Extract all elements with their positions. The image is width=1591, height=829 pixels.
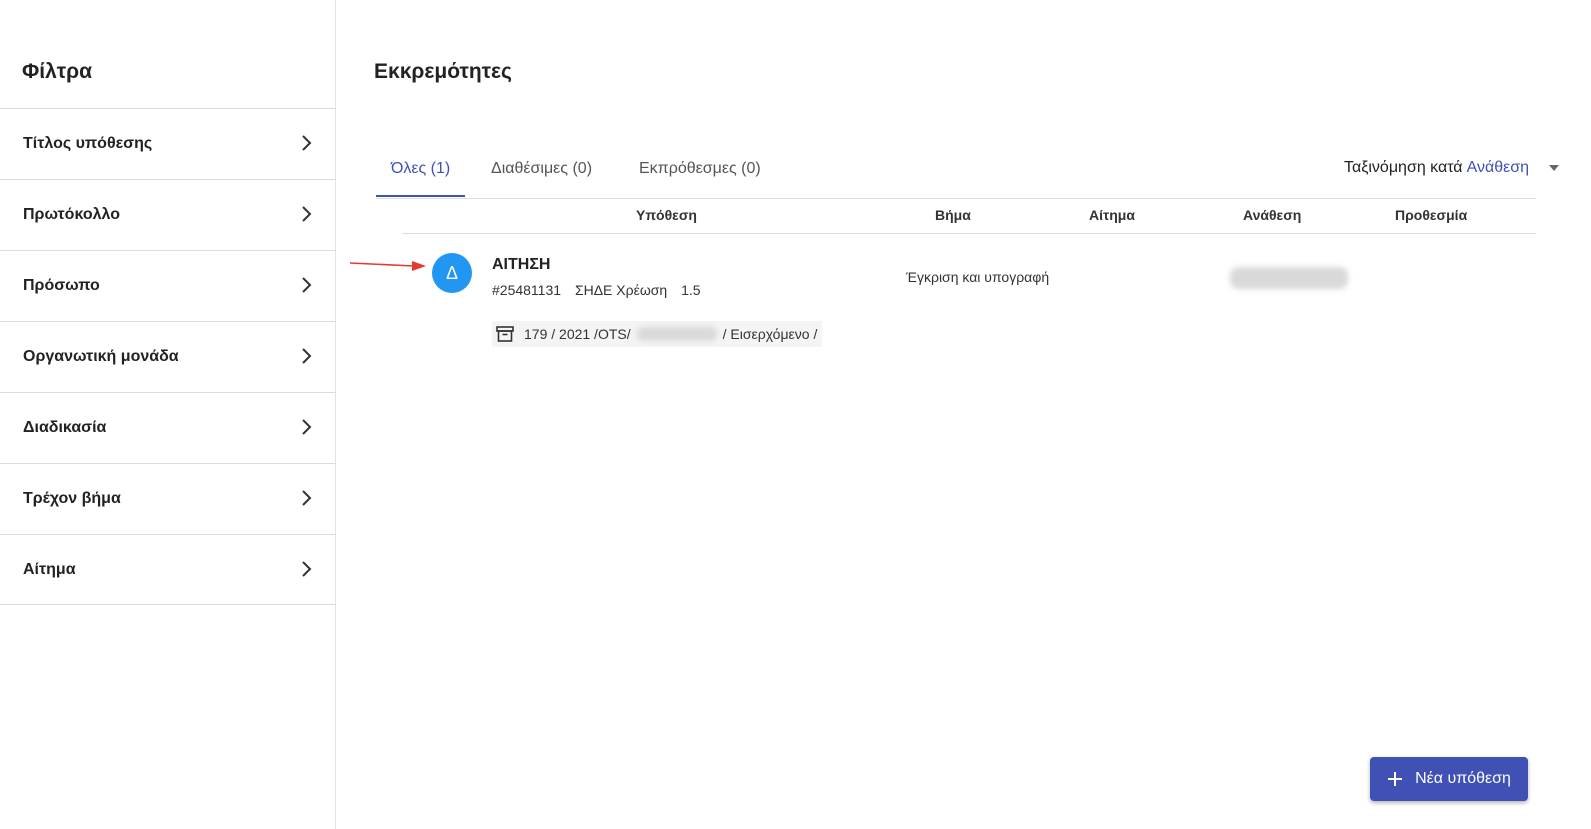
column-header-request[interactable]: Αίτημα [1089, 207, 1135, 223]
filter-item-person[interactable]: Πρόσωπο [0, 250, 336, 321]
case-step: Έγκριση και υπογραφή [906, 269, 1050, 285]
page-title: Εκκρεμότητες [374, 60, 512, 83]
case-id: #25481131 [492, 282, 562, 298]
chevron-right-icon [302, 348, 312, 364]
case-type: ΣΗΔΕ Χρέωση [574, 282, 668, 298]
tab-overdue[interactable]: Εκπρόθεσμες (0) [624, 160, 776, 197]
filter-item-process[interactable]: Διαδικασία [0, 392, 336, 463]
protocol-suffix: / Εισερχόμενο / [722, 326, 818, 342]
sort-dropdown[interactable]: Ταξινόμηση κατά Ανάθεση [1344, 159, 1559, 177]
filter-label: Οργανωτική μονάδα [23, 348, 179, 365]
plus-icon [1388, 772, 1403, 786]
avatar: Δ [432, 253, 472, 293]
case-title[interactable]: ΑΙΤΗΣΗ [492, 256, 550, 274]
filter-label: Πρωτόκολλο [23, 206, 120, 223]
caret-down-icon [1549, 165, 1559, 171]
chevron-right-icon [302, 277, 312, 293]
new-case-button[interactable]: Νέα υπόθεση [1370, 757, 1528, 801]
table-header: Υπόθεση Βήμα Αίτημα Ανάθεση Προθεσμία [402, 198, 1536, 234]
protocol-redacted [636, 327, 717, 341]
filters-title: Φίλτρα [22, 60, 93, 83]
column-header-assignment[interactable]: Ανάθεση [1243, 207, 1301, 223]
column-header-step[interactable]: Βήμα [935, 207, 971, 223]
protocol-prefix: 179 / 2021 /OTS/ [524, 326, 631, 342]
filter-label: Τίτλος υπόθεσης [23, 135, 153, 152]
chevron-right-icon [302, 490, 312, 506]
filter-item-case-title[interactable]: Τίτλος υπόθεσης [0, 108, 336, 179]
chevron-right-icon [302, 561, 312, 577]
filter-label: Τρέχον βήμα [23, 490, 121, 507]
filter-item-org-unit[interactable]: Οργανωτική μονάδα [0, 321, 336, 392]
table-row[interactable]: Δ ΑΙΤΗΣΗ #25481131 ΣΗΔΕ Χρέωση 1.5 Έγκρι… [402, 235, 1536, 355]
sort-label: Ταξινόμηση κατά [1343, 159, 1463, 176]
sort-value: Ανάθεση [1466, 159, 1529, 176]
tab-all[interactable]: Όλες (1) [376, 160, 466, 197]
filter-label: Διαδικασία [23, 419, 107, 436]
filter-label: Πρόσωπο [23, 277, 100, 294]
case-version: 1.5 [681, 282, 701, 298]
filters-sidebar: Φίλτρα Τίτλος υπόθεσης Πρωτόκολλο Πρόσωπ… [0, 0, 336, 829]
main-panel: Εκκρεμότητες Όλες (1) Διαθέσιμες (0) Εκπ… [337, 0, 1591, 829]
chevron-right-icon [302, 206, 312, 222]
filter-item-request[interactable]: Αίτημα [0, 534, 336, 605]
annotation-arrow [349, 261, 426, 271]
assignee-redacted [1230, 267, 1348, 289]
case-meta: #25481131 ΣΗΔΕ Χρέωση 1.5 [492, 282, 711, 298]
tab-available[interactable]: Διαθέσιμες (0) [476, 160, 607, 197]
column-header-deadline[interactable]: Προθεσμία [1395, 207, 1467, 223]
chevron-right-icon [302, 419, 312, 435]
chevron-right-icon [302, 135, 312, 151]
filter-item-protocol[interactable]: Πρωτόκολλο [0, 179, 336, 250]
filter-label: Αίτημα [23, 561, 76, 578]
new-case-label: Νέα υπόθεση [1415, 770, 1511, 787]
archive-icon [496, 326, 514, 342]
filter-list: Τίτλος υπόθεσης Πρωτόκολλο Πρόσωπο Οργαν… [0, 108, 336, 605]
filter-item-current-step[interactable]: Τρέχον βήμα [0, 463, 336, 534]
column-header-case[interactable]: Υπόθεση [636, 207, 697, 223]
protocol-chip: 179 / 2021 /OTS/ / Εισερχόμενο / [492, 321, 823, 347]
